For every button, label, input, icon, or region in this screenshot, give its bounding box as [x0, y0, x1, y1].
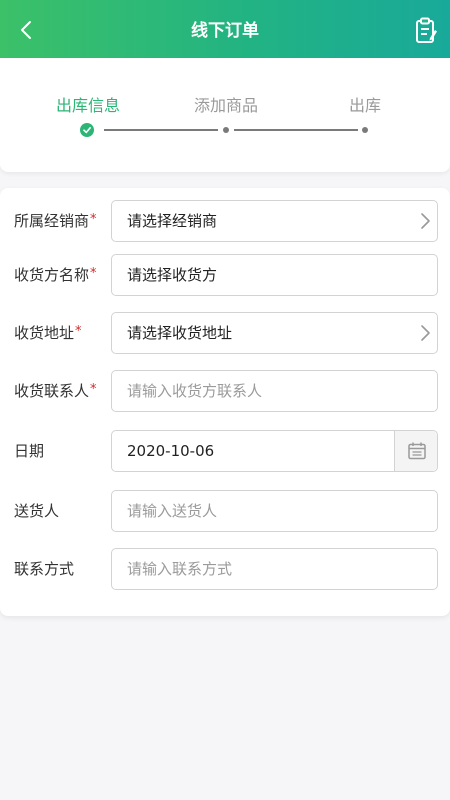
order-list-button[interactable] — [412, 16, 440, 46]
page-title: 线下订单 — [191, 21, 259, 41]
outbound-form: 所属经销商* 请选择经销商 收货方名称* 请选择收货方 收货地址* 请选择收货地… — [0, 188, 450, 616]
required-mark: * — [90, 212, 97, 227]
date-label: 日期 — [14, 442, 45, 460]
required-mark: * — [75, 324, 82, 339]
contact-label: 收货联系人* — [14, 382, 97, 400]
phone-input[interactable]: 请输入联系方式 — [111, 548, 438, 590]
contact-input[interactable]: 请输入收货方联系人 — [111, 370, 438, 412]
form-row-dealer: 所属经销商* 请选择经销商 — [0, 200, 450, 242]
dealer-select[interactable]: 请选择经销商 — [111, 200, 438, 242]
deliverer-input[interactable]: 请输入送货人 — [111, 490, 438, 532]
chevron-right-icon — [421, 325, 430, 341]
dealer-label: 所属经销商* — [14, 212, 97, 230]
chevron-right-icon — [421, 213, 430, 229]
step-outbound-info[interactable]: 出库信息 — [28, 92, 148, 116]
step-dot — [223, 127, 229, 133]
step-add-goods[interactable]: 添加商品 — [166, 92, 286, 116]
receiver-label: 收货方名称* — [14, 266, 97, 284]
form-row-address: 收货地址* 请选择收货地址 — [0, 312, 450, 354]
clipboard-icon — [416, 17, 437, 43]
required-mark: * — [90, 382, 97, 397]
calendar-icon — [408, 442, 426, 460]
form-row-phone: 联系方式 请输入联系方式 — [0, 548, 450, 590]
form-row-deliverer: 送货人 请输入送货人 — [0, 490, 450, 532]
step-dot — [362, 127, 368, 133]
form-row-date: 日期 2020-10-06 — [0, 430, 450, 472]
step-outbound[interactable]: 出库 — [305, 92, 425, 116]
address-select[interactable]: 请选择收货地址 — [111, 312, 438, 354]
phone-label: 联系方式 — [14, 560, 75, 578]
date-picker-button[interactable] — [394, 431, 437, 471]
form-row-contact: 收货联系人* 请输入收货方联系人 — [0, 370, 450, 412]
form-row-receiver: 收货方名称* 请选择收货方 — [0, 254, 450, 296]
check-icon — [80, 123, 94, 137]
required-mark: * — [90, 266, 97, 281]
deliverer-label: 送货人 — [14, 502, 60, 520]
step-connector — [104, 129, 218, 131]
step-connector — [234, 129, 358, 131]
app-header: 线下订单 — [0, 0, 450, 60]
receiver-select[interactable]: 请选择收货方 — [111, 254, 438, 296]
address-label: 收货地址* — [14, 324, 82, 342]
step-progress: 出库信息 添加商品 出库 — [0, 58, 450, 172]
date-input[interactable]: 2020-10-06 — [111, 430, 438, 472]
